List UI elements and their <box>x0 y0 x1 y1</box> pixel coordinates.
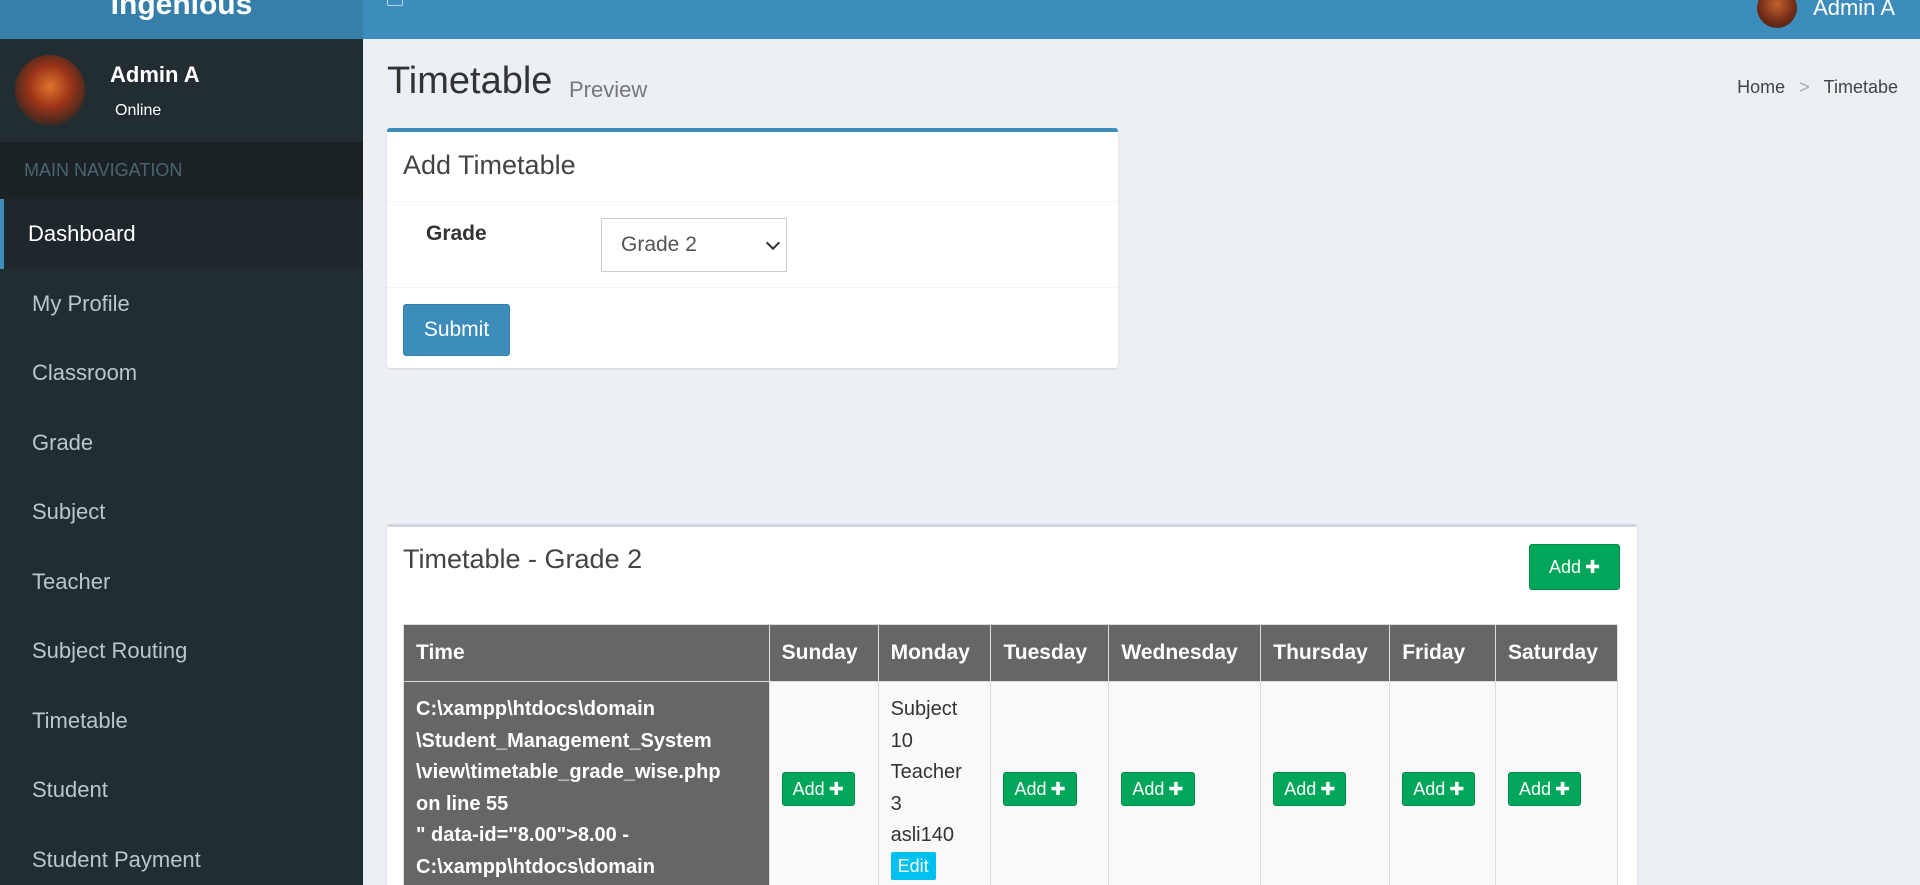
add-label: Add <box>1132 778 1165 799</box>
add-timetable-box: Add Timetable Grade Grade 2 Submit <box>387 128 1118 368</box>
add-timetable-title: Add Timetable <box>403 150 576 180</box>
add-saturday-button[interactable]: Add ✚ <box>1508 771 1582 806</box>
table-header-row: Time Sunday Monday Tuesday Wednesday Thu… <box>403 624 1618 682</box>
divider <box>387 201 1118 202</box>
avatar <box>1757 0 1798 28</box>
wednesday-cell: Add ✚ <box>1108 681 1262 885</box>
breadcrumb: Home > Timetabe <box>1737 77 1898 98</box>
timetable-box: Timetable - Grade 2 Add ✚ Time Sunday Mon… <box>387 524 1637 885</box>
column-header-tuesday: Tuesday <box>990 624 1110 682</box>
add-timetable-button[interactable]: Add ✚ <box>1529 544 1620 590</box>
edit-button[interactable]: Edit <box>890 851 936 880</box>
column-header-thursday: Thursday <box>1260 624 1391 682</box>
column-header-wednesday: Wednesday <box>1108 624 1262 682</box>
sidebar-item-classroom[interactable]: Classroom <box>0 338 363 408</box>
sidebar-item-grade[interactable]: Grade <box>0 408 363 478</box>
thursday-cell: Add ✚ <box>1260 681 1391 885</box>
teacher-line: 3 <box>890 792 902 815</box>
add-label: Add <box>1284 778 1317 799</box>
add-thursday-button[interactable]: Add ✚ <box>1273 771 1347 806</box>
sidebar-item-timetable[interactable]: Timetable <box>0 686 363 756</box>
app-logo[interactable]: Ingenious <box>0 0 363 39</box>
add-label: Add <box>792 778 825 799</box>
plus-icon: ✚ <box>1168 778 1184 799</box>
time-cell-line: \view\timetable_grade_wise.php <box>416 761 721 783</box>
submit-button[interactable]: Submit <box>403 304 510 356</box>
breadcrumb-separator: > <box>1799 77 1810 97</box>
add-tuesday-button[interactable]: Add ✚ <box>1003 771 1077 806</box>
time-cell-line: C:\xampp\htdocs\domain <box>416 855 655 878</box>
sidebar-item-subject-routing[interactable]: Subject Routing <box>0 616 363 686</box>
time-cell-line: \Student_Management_System <box>416 729 712 752</box>
column-header-sunday: Sunday <box>768 624 879 682</box>
sidebar-item-teacher[interactable]: Teacher <box>0 547 363 617</box>
sunday-cell: Add ✚ <box>768 681 879 885</box>
grade-select[interactable]: Grade 2 <box>601 218 787 272</box>
plus-icon: ✚ <box>1449 778 1465 799</box>
grade-label: Grade <box>426 222 487 245</box>
sidebar-user-name: Admin A <box>110 62 200 87</box>
teacher-line: Teacher <box>890 761 962 783</box>
time-cell-line: C:\xampp\htdocs\domain <box>416 698 655 720</box>
sidebar-item-student[interactable]: Student <box>0 755 363 825</box>
avatar <box>15 55 85 125</box>
time-cell: C:\xampp\htdocs\domain \Student_Manageme… <box>403 681 770 885</box>
column-header-friday: Friday <box>1389 624 1497 682</box>
subject-line: Subject <box>890 698 958 720</box>
time-cell-line: on line 55 <box>416 792 509 815</box>
sidebar-item-my-profile[interactable]: My Profile <box>0 269 363 339</box>
table-row: C:\xampp\htdocs\domain \Student_Manageme… <box>403 681 1618 885</box>
plus-icon: ✚ <box>1555 778 1571 799</box>
plus-icon: ✚ <box>1050 778 1066 799</box>
plus-icon: ✚ <box>828 778 844 799</box>
chevron-down-icon <box>765 235 781 251</box>
time-cell-line: " data-id="8.00">8.00 - <box>416 824 629 846</box>
sidebar-toggle-icon[interactable] <box>387 0 403 6</box>
sidebar-item-subject[interactable]: Subject <box>0 477 363 547</box>
breadcrumb-current: Timetabe <box>1823 77 1898 97</box>
sidebar-item-dashboard[interactable]: Dashboard <box>0 199 363 269</box>
plus-icon: ✚ <box>1584 557 1601 577</box>
user-menu[interactable]: Admin A <box>1757 0 1895 28</box>
column-header-time: Time <box>403 624 770 682</box>
page-title: Timetable <box>387 60 553 102</box>
plus-icon: ✚ <box>1320 778 1336 799</box>
user-status: Online <box>115 102 162 119</box>
divider <box>387 287 1118 288</box>
monday-cell: Subject 10 Teacher 3 asli140 Edit <box>877 681 992 885</box>
tuesday-cell: Add ✚ <box>990 681 1110 885</box>
add-label: Add <box>1519 778 1552 799</box>
user-panel: Admin A Online <box>0 39 363 142</box>
timetable-title: Timetable - Grade 2 <box>403 544 643 574</box>
breadcrumb-home[interactable]: Home <box>1737 77 1785 98</box>
add-sunday-button[interactable]: Add ✚ <box>781 771 855 806</box>
friday-cell: Add ✚ <box>1389 681 1497 885</box>
column-header-monday: Monday <box>877 624 992 682</box>
add-label: Add <box>1413 778 1446 799</box>
add-label: Add <box>1014 778 1047 799</box>
add-friday-button[interactable]: Add ✚ <box>1402 771 1476 806</box>
sidebar-item-student-payment[interactable]: Student Payment <box>0 825 363 885</box>
saturday-cell: Add ✚ <box>1495 681 1618 885</box>
note-line: asli140 <box>890 824 954 846</box>
page-subtitle: Preview <box>569 77 648 102</box>
add-wednesday-button[interactable]: Add ✚ <box>1121 771 1195 806</box>
nav-header: MAIN NAVIGATION <box>0 142 363 199</box>
timetable-table: Time Sunday Monday Tuesday Wednesday Thu… <box>403 624 1618 885</box>
column-header-saturday: Saturday <box>1495 624 1618 682</box>
header-user-name: Admin A <box>1813 0 1895 20</box>
subject-line: 10 <box>890 729 913 752</box>
grade-select-value: Grade 2 <box>621 233 697 256</box>
top-navbar: Admin A <box>363 0 1920 39</box>
sidebar: Admin A Online MAIN NAVIGATION Dashboard… <box>0 39 363 885</box>
add-button-label: Add <box>1548 557 1581 577</box>
